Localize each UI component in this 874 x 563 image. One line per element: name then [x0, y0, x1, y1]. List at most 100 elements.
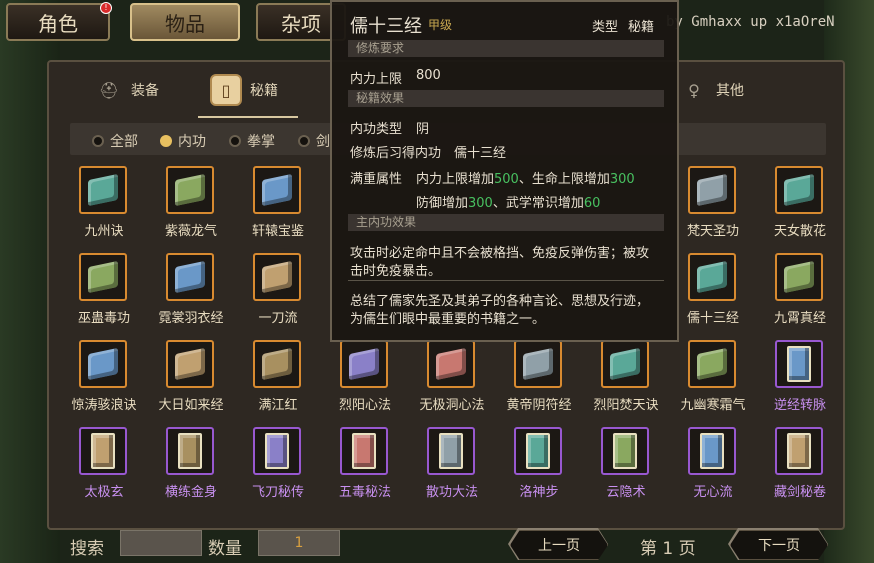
manual-item-slot[interactable]: 紫薇龙气 [157, 166, 227, 246]
category-manuals[interactable]: ▯ 秘籍 [210, 70, 278, 110]
tooltip-grade: 甲级 [428, 18, 453, 32]
search-input[interactable] [120, 530, 202, 556]
item-label: 太极玄 [84, 485, 124, 500]
manual-item-slot[interactable]: 无极洞心法 [418, 340, 488, 420]
item-frame [775, 340, 823, 388]
radio-icon [160, 135, 172, 147]
manual-item-slot[interactable]: 满江红 [244, 340, 314, 420]
item-frame [253, 340, 301, 388]
book-icon [91, 433, 115, 469]
book-icon [88, 347, 118, 381]
item-label: 云隐术 [606, 485, 646, 500]
main-desc-2: 击时免疫暴击。 [350, 264, 442, 279]
lore-2: 为儒生们眼中最重要的书籍之一。 [350, 312, 546, 327]
manual-item-slot[interactable]: 洛神步 [505, 427, 575, 507]
manual-item-slot[interactable]: 九州诀 [70, 166, 140, 246]
filter-fist[interactable]: 拳掌 [229, 131, 275, 151]
item-frame [340, 427, 388, 475]
item-frame [340, 340, 388, 388]
manual-item-slot[interactable]: 云隐术 [592, 427, 662, 507]
manual-item-slot[interactable]: 太极玄 [70, 427, 140, 507]
item-label: 大日如来经 [158, 398, 224, 413]
item-frame [253, 253, 301, 301]
book-icon [262, 173, 292, 207]
book-icon [697, 173, 727, 207]
manual-item-slot[interactable]: 散功大法 [418, 427, 488, 507]
manual-item-slot[interactable]: 九幽寒霜气 [679, 340, 749, 420]
manual-item-slot[interactable]: 霓裳羽衣经 [157, 253, 227, 333]
manual-item-slot[interactable]: 烈阳心法 [331, 340, 401, 420]
kind-label: 内功类型 [350, 122, 403, 137]
manual-item-slot[interactable]: 烈阳焚天诀 [592, 340, 662, 420]
manual-item-slot[interactable]: 惊涛骇浪诀 [70, 340, 140, 420]
item-label: 烈阳焚天诀 [593, 398, 659, 413]
book-icon [697, 347, 727, 381]
item-label: 紫薇龙气 [164, 224, 217, 239]
manual-item-slot[interactable]: 九霄真经 [766, 253, 836, 333]
category-equipment[interactable]: ⛑ 装备 [95, 70, 159, 110]
item-frame [688, 166, 736, 214]
manual-item-slot[interactable]: 逆经转脉 [766, 340, 836, 420]
item-frame [688, 253, 736, 301]
radio-icon [229, 135, 241, 147]
category-other[interactable]: ♀ 其他 [680, 70, 744, 110]
manual-item-slot[interactable]: 梵天圣功 [679, 166, 749, 246]
item-frame [775, 166, 823, 214]
item-frame [427, 340, 475, 388]
learn-label: 修炼后习得内功 [350, 146, 442, 161]
item-frame [166, 253, 214, 301]
filter-all[interactable]: 全部 [92, 131, 138, 151]
item-label: 巫蛊毒功 [77, 311, 130, 326]
item-frame [688, 427, 736, 475]
manual-item-slot[interactable]: 横练金身 [157, 427, 227, 507]
filter-sword[interactable]: 剑 [298, 131, 330, 151]
tab-items[interactable]: 物品 [130, 3, 240, 41]
item-label: 梵天圣功 [686, 224, 739, 239]
tab-label: 杂项 [281, 11, 321, 36]
book-icon [787, 346, 811, 382]
tab-character[interactable]: 角色 ! [6, 2, 112, 41]
filter-internal[interactable]: 内功 [160, 131, 206, 151]
radio-icon [92, 135, 104, 147]
book-icon [352, 433, 376, 469]
manual-item-slot[interactable]: 天女散花 [766, 166, 836, 246]
manual-item-slot[interactable]: 藏剑秘卷 [766, 427, 836, 507]
item-frame [79, 427, 127, 475]
item-frame [775, 427, 823, 475]
item-label: 五毒秘法 [338, 485, 391, 500]
item-label: 一刀流 [258, 311, 298, 326]
quantity-input[interactable]: 1 [258, 530, 340, 556]
manual-item-slot[interactable]: 无心流 [679, 427, 749, 507]
manual-item-slot[interactable]: 儒十三经 [679, 253, 749, 333]
item-frame [253, 166, 301, 214]
lore-1: 总结了儒家先圣及其弟子的各种言论、思想及行迹， [350, 294, 650, 309]
item-label: 逆经转脉 [773, 398, 826, 413]
manual-item-slot[interactable]: 一刀流 [244, 253, 314, 333]
item-frame [427, 427, 475, 475]
radio-icon [298, 135, 310, 147]
item-label: 黄帝阴符经 [506, 398, 572, 413]
item-frame [688, 340, 736, 388]
item-label: 横练金身 [164, 485, 217, 500]
manual-item-slot[interactable]: 五毒秘法 [331, 427, 401, 507]
tab-label: 角色 [38, 11, 78, 36]
manual-item-slot[interactable]: 黄帝阴符经 [505, 340, 575, 420]
item-label: 藏剑秘卷 [773, 485, 826, 500]
item-frame [79, 166, 127, 214]
manual-item-slot[interactable]: 大日如来经 [157, 340, 227, 420]
manual-item-slot[interactable]: 轩辕宝鉴 [244, 166, 314, 246]
manual-item-slot[interactable]: 巫蛊毒功 [70, 253, 140, 333]
item-frame [775, 253, 823, 301]
book-icon [175, 173, 205, 207]
book-icon [784, 173, 814, 207]
filter-label: 剑 [316, 134, 330, 150]
manual-item-slot[interactable]: 飞刀秘传 [244, 427, 314, 507]
book-icon [613, 433, 637, 469]
filter-label: 全部 [110, 134, 138, 150]
prev-page-button[interactable]: 上一页 [510, 530, 608, 560]
item-frame [601, 340, 649, 388]
book-icon [439, 433, 463, 469]
active-category-underline [198, 116, 298, 118]
next-page-button[interactable]: 下一页 [730, 530, 828, 560]
section-effects: 秘籍效果 [348, 90, 664, 107]
